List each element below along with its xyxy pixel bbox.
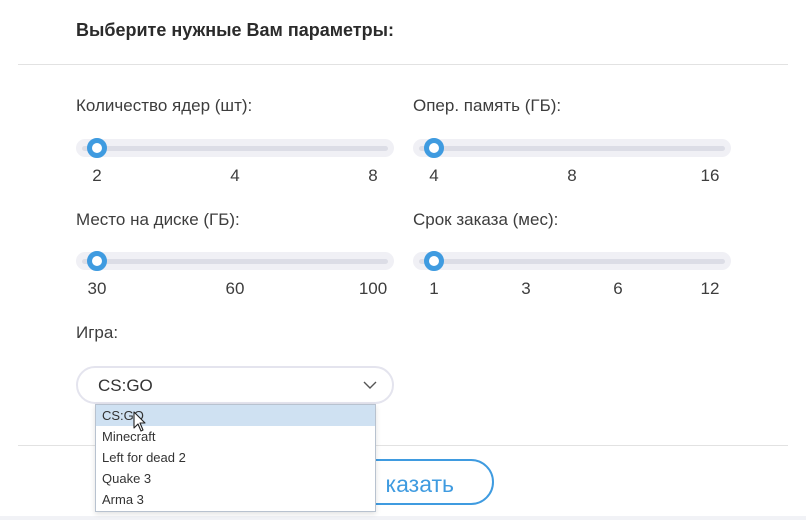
order-button-label: казать bbox=[385, 471, 454, 497]
chevron-down-icon bbox=[363, 381, 377, 389]
disk-label: Место на диске (ГБ): bbox=[76, 210, 240, 229]
term-label: Срок заказа (мес): bbox=[413, 210, 559, 229]
mouse-cursor-icon bbox=[133, 411, 146, 432]
ram-tick: 4 bbox=[429, 166, 439, 185]
term-tick: 6 bbox=[613, 279, 623, 298]
ram-slider-thumb[interactable] bbox=[424, 138, 444, 158]
disk-tick: 60 bbox=[225, 279, 245, 298]
ram-label: Опер. память (ГБ): bbox=[413, 96, 562, 115]
term-slider-rail bbox=[419, 259, 725, 264]
cores-tick: 2 bbox=[92, 166, 102, 185]
cores-tick: 4 bbox=[230, 166, 240, 185]
ram-slider[interactable] bbox=[413, 138, 731, 158]
disk-tick: 30 bbox=[87, 279, 107, 298]
cores-label: Количество ядер (шт): bbox=[76, 96, 253, 115]
cores-slider-thumb[interactable] bbox=[87, 138, 107, 158]
game-option-quake-3[interactable]: Quake 3 bbox=[96, 468, 375, 489]
bottom-strip bbox=[0, 516, 806, 520]
disk-tick: 100 bbox=[358, 279, 388, 298]
cores-tick: 8 bbox=[368, 166, 378, 185]
game-select[interactable]: CS:GO bbox=[76, 366, 394, 404]
disk-ticks: 30 60 100 bbox=[76, 279, 394, 301]
cores-slider-rail bbox=[82, 146, 388, 151]
game-label: Игра: bbox=[76, 323, 119, 342]
page-title: Выберите нужные Вам параметры: bbox=[76, 20, 394, 40]
ram-tick: 16 bbox=[700, 166, 720, 185]
term-tick: 3 bbox=[521, 279, 531, 298]
cores-slider[interactable] bbox=[76, 138, 394, 158]
game-option-arma-3[interactable]: Arma 3 bbox=[96, 489, 375, 510]
term-slider[interactable] bbox=[413, 251, 731, 271]
game-option-left-for-dead-2[interactable]: Left for dead 2 bbox=[96, 447, 375, 468]
header-divider bbox=[18, 64, 788, 65]
disk-slider[interactable] bbox=[76, 251, 394, 271]
term-ticks: 1 3 6 12 bbox=[413, 279, 731, 301]
disk-slider-rail bbox=[82, 259, 388, 264]
term-slider-thumb[interactable] bbox=[424, 251, 444, 271]
disk-slider-thumb[interactable] bbox=[87, 251, 107, 271]
term-tick: 1 bbox=[429, 279, 439, 298]
ram-tick: 8 bbox=[567, 166, 577, 185]
term-tick: 12 bbox=[700, 279, 720, 298]
ram-slider-rail bbox=[419, 146, 725, 151]
ram-ticks: 4 8 16 bbox=[413, 166, 731, 188]
game-select-value: CS:GO bbox=[98, 376, 153, 395]
cores-ticks: 2 4 8 bbox=[76, 166, 394, 188]
